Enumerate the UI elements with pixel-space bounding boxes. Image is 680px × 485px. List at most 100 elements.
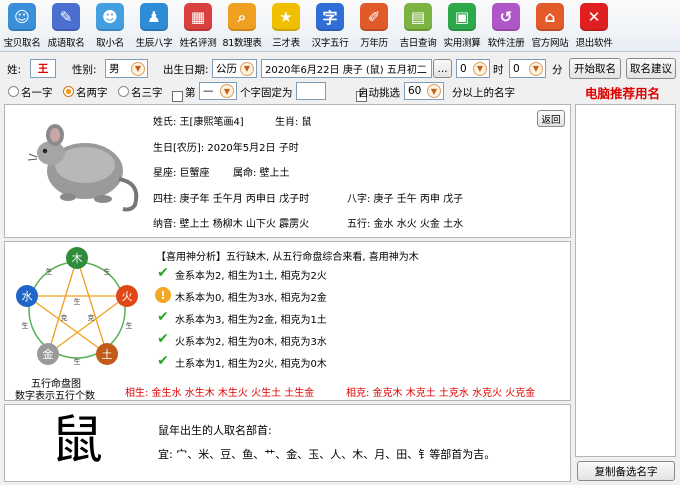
toolbar-label: 吉日查询 [399,38,437,49]
toolbar-label: 万年历 [360,38,388,49]
options-row: 名一字 名两字 名三字 第 — ▼ 个字固定为 自动挑选 60 ▼ 分以上的名字 [0,82,680,102]
calendar-type-select[interactable]: 公历 ▼ [212,59,257,78]
toolbar-button-8[interactable]: ✐ 万年历 [352,0,396,52]
svg-text:火: 火 [122,290,133,303]
surname-input[interactable]: 王 [30,59,56,78]
nayin-info: 纳音: 壁上土 杨柳木 山下火 霹雳火 [153,219,310,230]
radio-one-char[interactable] [8,86,19,97]
analysis-panel: 生 克克 生生 生生 生 木 火 土 金 水 五行命盘图 数字表示五行个数 【喜… [4,241,571,402]
minute-select[interactable]: 0 ▼ [509,59,546,78]
analysis-line: 水系本为3, 相生为2金, 相克为1土 [175,315,327,326]
toolbar-button-12[interactable]: ⌂ 官方网站 [528,0,572,52]
toolbar-button-2[interactable]: ☻ 取小名 [88,0,132,52]
svg-text:生: 生 [46,267,53,276]
analysis-title: 【喜用神分析】五行缺木, 从五行命盘综合来看, 喜用神为木 [156,252,419,263]
fate-info: 属命: 壁上土 [233,168,290,179]
radio-two-char[interactable] [63,86,74,97]
gender-select[interactable]: 男 ▼ [105,59,148,78]
score-select[interactable]: 60 ▼ [404,82,444,100]
recommend-title: 电脑推荐用名 [585,86,661,101]
star-icon: ★ [272,3,300,31]
fixed-char-input[interactable] [296,82,326,100]
back-button[interactable]: 返回 [537,110,565,127]
naming-suggestion-button[interactable]: 取名建议 [626,58,676,79]
hour-value: 0 [460,62,467,75]
hour-select[interactable]: 0 ▼ [456,59,490,78]
constellation-info: 星座: 巨蟹座 [153,168,210,179]
minute-value: 0 [513,62,520,75]
chevron-down-icon: ▼ [427,84,441,98]
toolbar-button-4[interactable]: ▦ 姓名评测 [176,0,220,52]
svg-text:克: 克 [88,314,95,322]
radical-list: 宜: 宀、米、豆、鱼、艹、金、玉、人、木、月、田、钅等部首为吉。 [158,448,496,461]
analysis-line: 火系本为2, 相生为0木, 相克为3水 [175,337,327,348]
check-icon: ✔ [157,309,169,325]
magnifier-icon: ⌕ [228,3,256,31]
pencil-icon: ✐ [360,3,388,31]
close-icon: ✕ [580,3,608,31]
start-naming-button[interactable]: 开始取名 [569,58,621,79]
toolbar-label: 取小名 [96,38,124,49]
three-char-label: 名三字 [131,87,163,99]
toolbar-button-9[interactable]: ▤ 吉日查询 [396,0,440,52]
parameter-row: 姓: 王 性别: 男 ▼ 出生日期: 公历 ▼ 2020年6月22日 庚子 (鼠… [0,57,680,81]
gender-label: 性别: [72,64,97,76]
toolbar-label: 成语取名 [47,38,85,49]
birth-date-input[interactable]: 2020年6月22日 庚子 (鼠) 五月初二 [261,59,432,78]
copy-names-button[interactable]: 复制备选名字 [577,461,675,481]
svg-text:金: 金 [43,347,54,361]
earth-node: 土 [96,343,118,365]
toolbar-button-0[interactable]: ☺ 宝贝取名 [0,0,44,52]
recommend-name-list[interactable] [575,104,676,457]
svg-text:生: 生 [74,357,81,366]
date-picker-button[interactable]: ... [433,59,452,78]
auto-select-label: 自动挑选 [358,87,400,99]
fixed-position-value: — [203,85,214,97]
svg-text:生: 生 [126,321,133,330]
svg-text:克: 克 [61,314,68,322]
fixed-suffix-label: 个字固定为 [240,87,293,99]
analysis-line: 木系本为0, 相生为3水, 相克为2金 [175,293,327,304]
metal-node: 金 [37,343,59,365]
zodiac-radical-panel: 鼠 鼠年出生的人取名部首: 宜: 宀、米、豆、鱼、艹、金、玉、人、木、月、田、钅… [4,404,571,482]
toolbar-button-1[interactable]: ✎ 成语取名 [44,0,88,52]
book-icon: ✎ [52,3,80,31]
toolbar-label: 姓名评测 [179,38,217,49]
radio-three-char[interactable] [118,86,129,97]
bazi-info: 八字: 庚子 壬午 丙申 戊子 [347,194,464,205]
birthday-info: 生日[农历]: 2020年5月2日 子时 [153,143,299,154]
analysis-line: 土系本为1, 相生为2火, 相克为0木 [175,359,327,370]
svg-text:水: 水 [22,290,33,303]
toolbar-button-7[interactable]: 字汉字五行 [308,0,352,52]
toolbar-button-10[interactable]: ▣ 实用测算 [440,0,484,52]
toolbar-label: 汉字五行 [311,38,349,49]
fixed-position-select[interactable]: — ▼ [199,82,237,100]
score-value: 60 [408,85,422,97]
toolbar-label: 软件注册 [487,38,525,49]
toolbar-button-11[interactable]: ↺ 软件注册 [484,0,528,52]
profile-panel: 姓氏: 王[康熙笔画4] 生肖: 鼠 生日[农历]: 2020年5月2日 子时 … [4,104,571,238]
toolbar-button-3[interactable]: ♟ 生辰八字 [132,0,176,52]
toolbar-label: 官方网站 [531,38,569,49]
toolbar-label: 实用测算 [443,38,481,49]
two-char-label: 名两字 [76,87,108,99]
wood-node: 木 [66,247,88,269]
water-node: 水 [16,285,38,307]
toolbar-button-6[interactable]: ★ 三才表 [264,0,308,52]
svg-text:生: 生 [104,267,111,276]
person-icon: ♟ [140,3,168,31]
zodiac-character: 鼠 [51,411,104,471]
fixed-char-checkbox[interactable] [172,90,183,102]
minute-unit-label: 分 [552,64,563,76]
toolbar-label: 生辰八字 [135,38,173,49]
toolbar-button-13[interactable]: ✕ 退出软件 [572,0,616,52]
analysis-line: 金系本为2, 相生为1土, 相克为2火 [175,271,327,282]
main-toolbar: ☺ 宝贝取名 ✎ 成语取名 ☻ 取小名 ♟ 生辰八字 ▦ 姓名评测 ⌕ 81数理表 ★ 三才表字汉字五行 ✐… [0,0,680,52]
toolbar-label: 宝贝取名 [3,38,41,49]
toolbar-button-5[interactable]: ⌕ 81数理表 [220,0,264,52]
toolbar-label: 退出软件 [575,38,613,49]
chevron-down-icon: ▼ [220,84,234,98]
house-icon: ⌂ [536,3,564,31]
rat-illustration [27,124,139,212]
one-char-label: 名一字 [21,87,53,99]
